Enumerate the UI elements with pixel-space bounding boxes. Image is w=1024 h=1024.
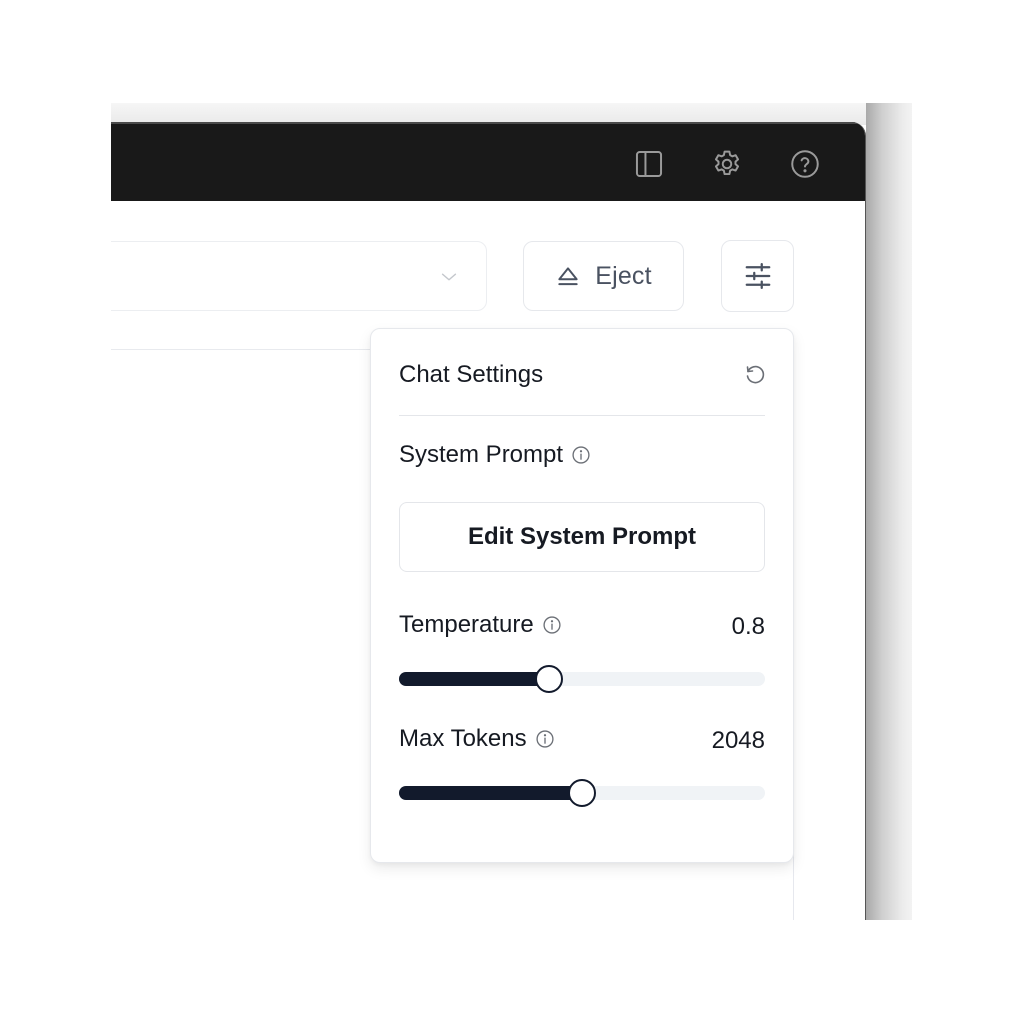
max-tokens-value: 2048 <box>711 727 765 754</box>
info-icon[interactable] <box>542 615 562 635</box>
model-select-dropdown[interactable] <box>111 241 487 311</box>
chat-settings-popover: Chat Settings System Prompt Edit System … <box>370 328 794 863</box>
slider-thumb[interactable] <box>535 665 564 693</box>
temperature-label-text: Temperature <box>399 611 534 638</box>
temperature-value: 0.8 <box>731 613 765 640</box>
info-icon[interactable] <box>571 445 591 465</box>
slider-fill <box>399 672 550 686</box>
slider-fill <box>399 786 582 800</box>
title-bar <box>111 122 865 201</box>
eject-label: Eject <box>595 261 652 290</box>
app-window: Eject Chat Settings System Prompt Edit S… <box>111 122 866 920</box>
chevron-down-icon <box>441 273 457 281</box>
edit-system-prompt-button[interactable]: Edit System Prompt <box>399 502 765 572</box>
sidebar-toggle-icon[interactable] <box>631 146 667 182</box>
temperature-label: Temperature <box>399 611 562 639</box>
max-tokens-label: Max Tokens <box>399 725 555 753</box>
eject-button[interactable]: Eject <box>523 241 684 311</box>
max-tokens-label-text: Max Tokens <box>399 725 527 752</box>
popover-divider <box>399 415 765 416</box>
help-icon[interactable] <box>787 146 823 182</box>
slider-thumb[interactable] <box>568 779 596 807</box>
temperature-slider[interactable] <box>399 665 765 693</box>
info-icon[interactable] <box>535 729 555 749</box>
gear-icon[interactable] <box>709 146 745 182</box>
main-content: Eject Chat Settings System Prompt Edit S… <box>111 201 865 920</box>
eject-icon <box>558 267 578 286</box>
sliders-icon <box>745 263 770 289</box>
chat-settings-button[interactable] <box>721 240 794 312</box>
max-tokens-slider[interactable] <box>399 779 765 807</box>
reset-icon[interactable] <box>743 363 767 387</box>
header-divider <box>111 349 371 350</box>
system-prompt-label-text: System Prompt <box>399 441 564 468</box>
system-prompt-label: System Prompt <box>399 441 591 469</box>
popover-title: Chat Settings <box>399 361 544 388</box>
window-shadow-right <box>866 103 912 920</box>
